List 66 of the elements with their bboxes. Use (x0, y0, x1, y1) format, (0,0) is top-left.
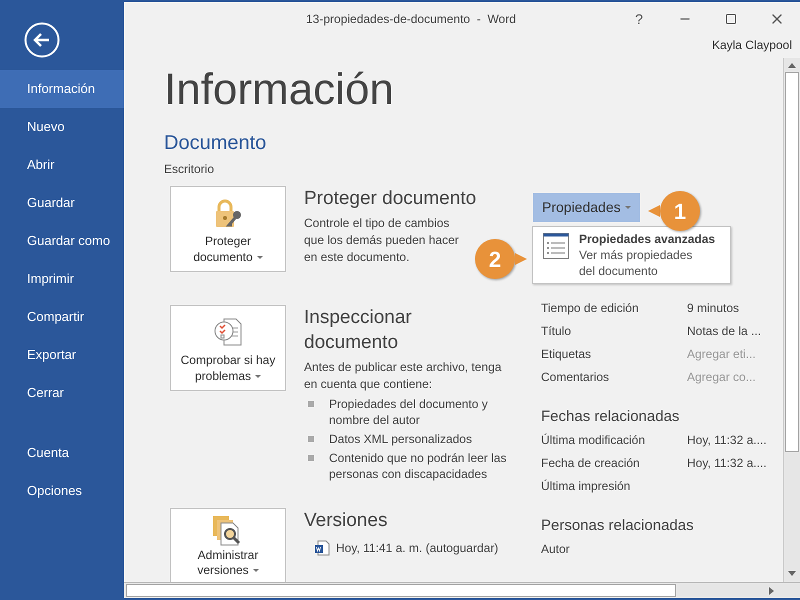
section-title: Versiones (304, 509, 388, 533)
bullet-text: Datos XML personalizados (329, 431, 472, 447)
action-tile[interactable]: Proteger documento (170, 186, 286, 272)
sidebar-item[interactable]: Exportar (0, 336, 124, 374)
property-value: Hoy, 11:32 a.... (687, 432, 767, 449)
menu-item[interactable]: Propiedades avanzadas Ver más propiedades del documento (533, 231, 730, 279)
bullet-icon (308, 455, 314, 461)
horizontal-scrollbar[interactable] (124, 582, 800, 598)
version-entry[interactable]: Hoy, 11:41 a. m. (autoguardar) (336, 539, 498, 557)
bullet-icon (308, 401, 314, 407)
section-title: Proteger documento (304, 187, 478, 211)
group-heading: Personas relacionadas (541, 516, 695, 536)
sidebar-item[interactable]: Compartir (0, 298, 124, 336)
property-label: Título (541, 323, 572, 340)
sidebar-item[interactable]: Guardar (0, 184, 124, 222)
document-location: Escritorio (164, 161, 216, 178)
property-value: Hoy, 11:32 a.... (687, 455, 767, 472)
bullet-icon (308, 436, 314, 442)
help-button[interactable]: ? (616, 8, 662, 30)
page-title: Información (164, 64, 395, 116)
property-label: Fecha de creación (541, 455, 641, 472)
section-description: Antes de publicar este archivo, tenga en cuenta que contiene: (304, 359, 502, 393)
section-heading: Documento (164, 131, 268, 156)
action-tile[interactable]: Administrar versiones (170, 508, 286, 582)
sidebar-item[interactable]: Información (0, 70, 124, 108)
maximize-icon[interactable] (725, 13, 737, 25)
properties-dropdown[interactable]: Propiedades (533, 193, 640, 222)
caret-icon (255, 374, 262, 379)
word-document-icon (314, 540, 330, 556)
caret-icon (256, 256, 263, 260)
menu-item-title: Propiedades avanzadas (579, 231, 716, 247)
caret-icon (624, 206, 631, 210)
bullet-text: Propiedades del documento y nombre del autor (329, 396, 489, 428)
scroll-right-icon[interactable] (769, 586, 774, 594)
section-description: Controle el tipo de cambios que los demás pueden hacer en este documento. (304, 215, 460, 266)
checklist-document-icon (212, 316, 244, 348)
property-value: 9 minutos (687, 300, 740, 317)
property-list-icon (543, 233, 569, 259)
sidebar-item[interactable]: Opciones (0, 472, 124, 510)
sidebar-item[interactable]: Cerrar (0, 374, 124, 412)
scroll-up-icon[interactable] (788, 63, 796, 68)
sidebar-item[interactable]: Guardar como (0, 222, 124, 260)
scroll-down-icon[interactable] (788, 571, 796, 576)
scroll-thumb[interactable] (785, 72, 799, 452)
sidebar-item[interactable]: Cuenta (0, 434, 124, 472)
sidebar-item[interactable]: Imprimir (0, 260, 124, 298)
sidebar-item[interactable]: Abrir (0, 146, 124, 184)
section-title: Inspeccionar documento (304, 306, 413, 355)
property-label: Tiempo de edición (541, 300, 640, 317)
vertical-scrollbar[interactable] (783, 58, 800, 582)
menu-item-description: Ver más propiedades del documento (579, 247, 694, 279)
action-tile[interactable]: Comprobar si hay problemas (170, 305, 286, 391)
bullet-text: Contenido que no podrán leer las personas con discapacidades (329, 450, 508, 482)
property-label: Última impresión (541, 478, 632, 495)
caret-icon (252, 568, 259, 573)
sidebar-item[interactable]: Nuevo (0, 108, 124, 146)
window-title: 13-propiedades-de-documento - Word (306, 11, 516, 28)
scroll-thumb[interactable] (126, 584, 676, 597)
property-label: Última modificación (541, 432, 646, 449)
back-button[interactable] (24, 22, 60, 58)
user-name[interactable]: Kayla Claypool (712, 36, 792, 54)
property-label: Autor (541, 541, 571, 558)
property-label: Comentarios (541, 369, 610, 386)
property-value: Notas de la ... (687, 323, 762, 340)
group-heading: Fechas relacionadas (541, 407, 680, 427)
property-label: Etiquetas (541, 346, 592, 363)
